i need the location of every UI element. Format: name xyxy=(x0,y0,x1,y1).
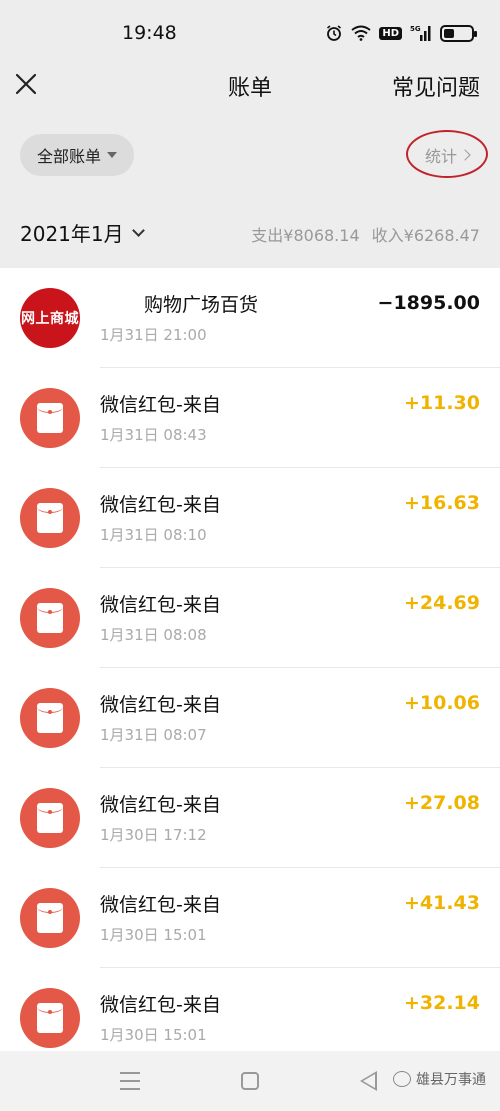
bill-filter-label: 全部账单 xyxy=(36,147,101,166)
transaction-row[interactable]: 微信红包-来自 1月30日 17:12 +27.08 xyxy=(0,768,500,868)
status-time: 19:48 xyxy=(122,22,177,44)
month-header: 2021年1月 支出¥8068.14 收入¥6268.47 xyxy=(0,200,500,268)
hd-badge: HD xyxy=(379,26,402,40)
red-packet-icon xyxy=(20,588,80,648)
transaction-title: 微信红包-来自 xyxy=(100,894,221,916)
transaction-title: 购物广场百货 xyxy=(144,294,259,316)
red-packet-icon xyxy=(20,888,80,948)
back-icon[interactable] xyxy=(360,1071,377,1091)
transaction-row[interactable]: 微信红包-来自 1月30日 15:01 +32.14 xyxy=(0,968,500,1051)
month-selector[interactable]: 2021年1月 xyxy=(20,218,145,247)
month-expense: 支出¥8068.14 xyxy=(251,226,360,245)
transaction-time: 1月31日 21:00 xyxy=(100,326,207,344)
transaction-time: 1月31日 08:43 xyxy=(100,426,207,444)
transaction-row[interactable]: 微信红包-来自 1月30日 15:01 +41.43 xyxy=(0,868,500,968)
filter-row: 全部账单 统计 xyxy=(0,112,500,200)
battery-icon xyxy=(440,24,477,42)
menu-icon[interactable] xyxy=(120,1072,140,1090)
watermark-text: 雄县万事通 xyxy=(416,1072,486,1088)
stats-button[interactable]: 统计 xyxy=(406,130,488,178)
transaction-amount: +32.14 xyxy=(403,992,480,1014)
transaction-row[interactable]: 微信红包-来自 1月31日 08:43 +11.30 xyxy=(0,368,500,468)
transaction-amount: +24.69 xyxy=(403,592,480,614)
red-packet-icon xyxy=(20,488,80,548)
red-packet-icon xyxy=(20,988,80,1048)
bill-filter-dropdown[interactable]: 全部账单 xyxy=(20,134,134,176)
caret-down-icon xyxy=(107,152,117,158)
transaction-row[interactable]: 微信红包-来自 1月31日 08:10 +16.63 xyxy=(0,468,500,568)
transaction-list: 网上商城 购物广场百货 1月31日 21:00 −1895.00 微信红包-来自… xyxy=(0,268,500,1051)
chevron-down-icon xyxy=(131,223,145,237)
transaction-amount: +16.63 xyxy=(403,492,480,514)
shop-avatar-text: 网上商城 xyxy=(21,311,79,327)
transaction-amount: +11.30 xyxy=(403,392,480,414)
wechat-logo-icon xyxy=(393,1071,411,1087)
transaction-amount: −1895.00 xyxy=(377,292,480,314)
transaction-title: 微信红包-来自 xyxy=(100,994,221,1016)
transaction-time: 1月30日 17:12 xyxy=(100,826,207,844)
transaction-amount: +41.43 xyxy=(403,892,480,914)
alarm-icon xyxy=(327,25,342,41)
red-packet-icon xyxy=(20,688,80,748)
transaction-row[interactable]: 微信红包-来自 1月31日 08:07 +10.06 xyxy=(0,668,500,768)
transaction-amount: +10.06 xyxy=(403,692,480,714)
month-income: 收入¥6268.47 xyxy=(371,226,480,245)
transaction-row[interactable]: 微信红包-来自 1月31日 08:08 +24.69 xyxy=(0,568,500,668)
red-packet-icon xyxy=(20,788,80,848)
month-totals: 支出¥8068.14 收入¥6268.47 xyxy=(251,222,480,246)
annotation-circle xyxy=(406,130,488,178)
month-label: 2021年1月 xyxy=(20,222,124,246)
transaction-time: 1月30日 15:01 xyxy=(100,926,207,944)
transaction-title: 微信红包-来自 xyxy=(100,494,221,516)
faq-link[interactable]: 常见问题 xyxy=(392,70,480,102)
transaction-time: 1月31日 08:10 xyxy=(100,526,207,544)
status-icons: HD 5G xyxy=(325,22,477,44)
home-icon[interactable] xyxy=(241,1072,259,1090)
system-nav-bar: 雄县万事通 xyxy=(0,1051,500,1111)
watermark: 雄县万事通 xyxy=(393,1069,486,1089)
status-bar: 19:48 HD 5G xyxy=(0,0,500,62)
transaction-title: 微信红包-来自 xyxy=(100,794,221,816)
transaction-title: 微信红包-来自 xyxy=(100,394,221,416)
signal-icon: 5G xyxy=(410,25,431,41)
transaction-row[interactable]: 网上商城 购物广场百货 1月31日 21:00 −1895.00 xyxy=(0,268,500,368)
transaction-amount: +27.08 xyxy=(403,792,480,814)
red-packet-icon xyxy=(20,388,80,448)
transaction-time: 1月31日 08:08 xyxy=(100,626,207,644)
svg-text:5G: 5G xyxy=(410,25,421,33)
transaction-time: 1月30日 15:01 xyxy=(100,1026,207,1044)
transaction-title: 微信红包-来自 xyxy=(100,594,221,616)
wifi-icon xyxy=(351,25,371,41)
nav-bar: 账单 常见问题 xyxy=(0,62,500,112)
transaction-time: 1月31日 08:07 xyxy=(100,726,207,744)
shop-avatar: 网上商城 xyxy=(20,288,80,348)
transaction-title: 微信红包-来自 xyxy=(100,694,221,716)
